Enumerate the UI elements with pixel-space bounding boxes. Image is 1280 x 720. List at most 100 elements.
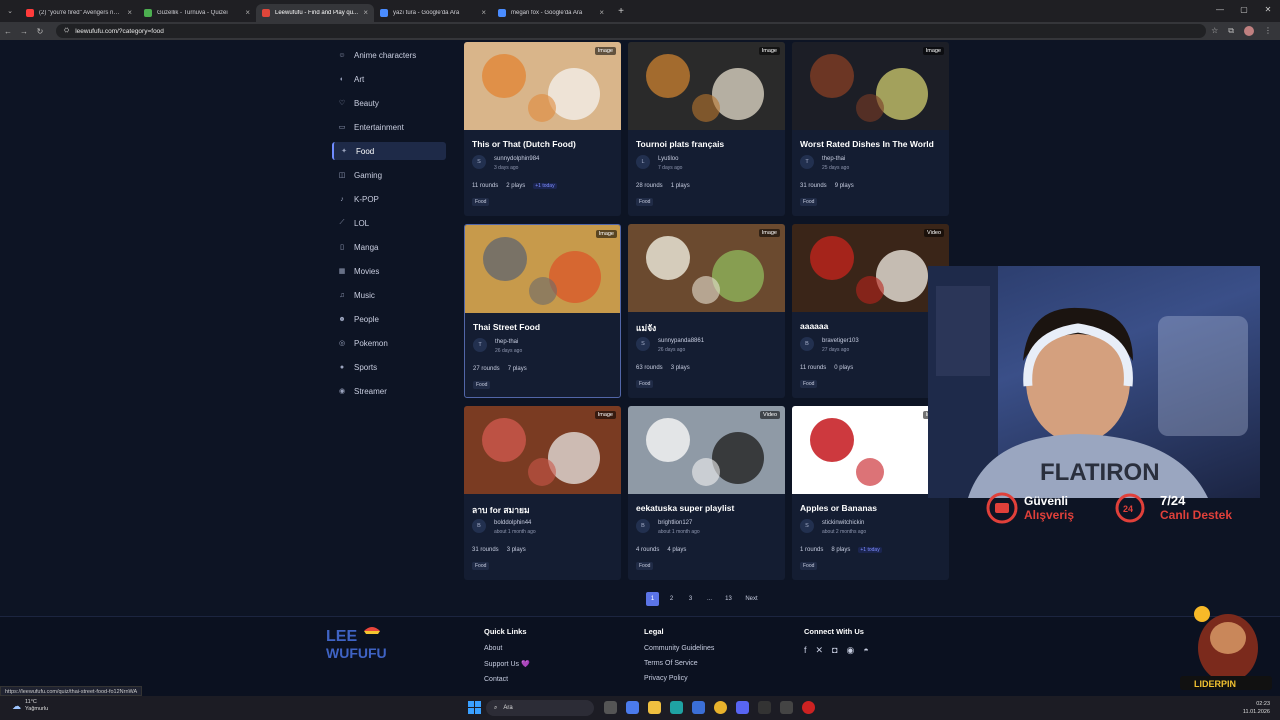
url-field[interactable]: ⛭ leewufufu.com/?category=food xyxy=(56,24,1206,38)
category-tag[interactable]: Food xyxy=(800,198,818,206)
site-logo[interactable]: LEE WUFUFU xyxy=(324,623,388,661)
discord-icon[interactable]: ◓ xyxy=(863,645,868,656)
author-name[interactable]: sunnypanda8861 xyxy=(658,338,704,344)
page-button[interactable]: 3 xyxy=(684,592,697,606)
quiz-card[interactable]: Image Thai Street Food T thep-thai 26 da… xyxy=(464,224,621,398)
author-avatar[interactable]: S xyxy=(800,519,814,533)
tab-list-button[interactable]: ⌄ xyxy=(0,0,20,22)
profile-avatar[interactable] xyxy=(1244,26,1254,36)
sidebar-item-sports[interactable]: ● Sports xyxy=(332,358,446,376)
sidebar-item-beauty[interactable]: ♡ Beauty xyxy=(332,94,446,112)
category-tag[interactable]: Food xyxy=(800,380,818,388)
app-icon[interactable] xyxy=(758,701,771,714)
quiz-thumbnail[interactable]: Image xyxy=(628,224,785,312)
extensions-icon[interactable]: ⧉ xyxy=(1228,26,1234,36)
quiz-card[interactable]: Image Worst Rated Dishes In The World T … xyxy=(792,42,949,216)
chrome-icon[interactable] xyxy=(714,701,727,714)
back-icon[interactable]: ← xyxy=(0,27,16,36)
bookmark-star-icon[interactable]: ☆ xyxy=(1211,26,1218,36)
author-avatar[interactable]: L xyxy=(636,155,650,169)
author-name[interactable]: thep-thai xyxy=(822,156,845,162)
facebook-icon[interactable]: f xyxy=(804,645,807,656)
sidebar-item-streamer[interactable]: ◉ Streamer xyxy=(332,382,446,400)
quiz-thumbnail[interactable]: Video xyxy=(792,224,949,312)
sidebar-item-entertainment[interactable]: ▭ Entertainment xyxy=(332,118,446,136)
footer-link-about[interactable]: About xyxy=(484,645,530,652)
tab-close-icon[interactable]: × xyxy=(127,8,132,17)
quiz-card[interactable]: Image แม่จัง S sunnypanda8861 26 days ag… xyxy=(628,224,785,398)
quiz-card[interactable]: Image ลาบ for สมายม B bolddolphin44 abou… xyxy=(464,406,621,580)
footer-link-terms[interactable]: Terms Of Service xyxy=(644,660,714,667)
author-avatar[interactable]: B xyxy=(636,519,650,533)
tab-close-icon[interactable]: × xyxy=(363,8,368,17)
sidebar-item-pokemon[interactable]: ◎ Pokemon xyxy=(332,334,446,352)
start-button[interactable] xyxy=(468,701,481,714)
quiz-thumbnail[interactable]: Image xyxy=(465,225,620,313)
discord-app-icon[interactable] xyxy=(736,701,749,714)
author-name[interactable]: Lyutiloo xyxy=(658,156,678,162)
quiz-card[interactable]: Image Tournoi plats français L Lyutiloo … xyxy=(628,42,785,216)
author-avatar[interactable]: T xyxy=(473,338,487,352)
author-name[interactable]: thep-thai xyxy=(495,339,518,345)
quiz-title[interactable]: Worst Rated Dishes In The World xyxy=(800,139,934,149)
author-avatar[interactable]: S xyxy=(636,337,650,351)
footer-link-privacy[interactable]: Privacy Policy xyxy=(644,675,714,682)
tab-close-icon[interactable]: × xyxy=(245,8,250,17)
x-icon[interactable]: ✕ xyxy=(816,645,824,656)
browser-tab[interactable]: (2) "you're fired" Avengers nat... × xyxy=(20,4,138,22)
footer-link-guidelines[interactable]: Community Guidelines xyxy=(644,645,714,652)
quiz-title[interactable]: แม่จัง xyxy=(636,321,656,335)
category-tag[interactable]: Food xyxy=(636,562,654,570)
category-tag[interactable]: Food xyxy=(636,198,654,206)
taskbar-search[interactable]: ⌕ Ara xyxy=(486,700,594,716)
browser-tab[interactable]: Leewufufu - Find and Play qu... × xyxy=(256,3,374,22)
quiz-title[interactable]: Apples or Bananas xyxy=(800,503,877,513)
footer-link-support[interactable]: Support Us 💜 xyxy=(484,660,530,668)
author-name[interactable]: stickinwitchickin xyxy=(822,520,864,526)
tab-close-icon[interactable]: × xyxy=(481,8,486,17)
author-name[interactable]: bravetiger103 xyxy=(822,338,859,344)
sidebar-item-food[interactable]: ✦ Food xyxy=(332,142,446,160)
reddit-icon[interactable]: ◉ xyxy=(847,645,855,656)
browser-tab[interactable]: Güzellik - Turnuva - Quizei × xyxy=(138,4,256,22)
site-info-icon[interactable]: ⛭ xyxy=(64,27,69,35)
quiz-thumbnail[interactable]: Video xyxy=(628,406,785,494)
author-avatar[interactable]: S xyxy=(472,155,486,169)
author-name[interactable]: sunnydolphin984 xyxy=(494,156,539,162)
sidebar-item-gaming[interactable]: ◫ Gaming xyxy=(332,166,446,184)
forward-icon[interactable]: → xyxy=(16,27,32,36)
category-tag[interactable]: Food xyxy=(472,562,490,570)
author-avatar[interactable]: B xyxy=(800,337,814,351)
maximize-button[interactable]: ▢ xyxy=(1232,0,1256,22)
sidebar-item-art[interactable]: ◐ Art xyxy=(332,70,446,88)
system-clock[interactable]: 02:23 11.01.2026 xyxy=(1243,700,1270,716)
tab-close-icon[interactable]: × xyxy=(599,8,604,17)
quiz-thumbnail[interactable]: Image xyxy=(792,406,949,494)
close-window-button[interactable]: ✕ xyxy=(1256,0,1280,22)
category-tag[interactable]: Food xyxy=(800,562,818,570)
browser-tab[interactable]: yazı tura - Google'da Ara × xyxy=(374,4,492,22)
next-page-button[interactable]: Next xyxy=(745,592,758,606)
sidebar-item-people[interactable]: ☻ People xyxy=(332,310,446,328)
new-tab-button[interactable]: + xyxy=(612,6,630,17)
quiz-title[interactable]: ลาบ for สมายม xyxy=(472,503,530,517)
page-button[interactable]: 13 xyxy=(722,592,735,606)
quiz-card[interactable]: Video eekatuska super playlist B brightl… xyxy=(628,406,785,580)
quiz-card[interactable]: Video aaaaaa B bravetiger103 27 days ago… xyxy=(792,224,949,398)
reload-icon[interactable]: ↻ xyxy=(32,27,48,36)
quiz-title[interactable]: This or That (Dutch Food) xyxy=(472,139,576,149)
weather-widget[interactable]: ☁ 11°C Yağmurlu xyxy=(12,699,48,713)
sidebar-item-movies[interactable]: ▦ Movies xyxy=(332,262,446,280)
quiz-thumbnail[interactable]: Image xyxy=(464,42,621,130)
sidebar-item-music[interactable]: ♫ Music xyxy=(332,286,446,304)
category-tag[interactable]: Food xyxy=(636,380,654,388)
browser-tab[interactable]: megan fox - Google'da Ara × xyxy=(492,4,610,22)
author-name[interactable]: bolddolphin44 xyxy=(494,520,531,526)
quiz-card[interactable]: Image This or That (Dutch Food) S sunnyd… xyxy=(464,42,621,216)
quiz-title[interactable]: aaaaaa xyxy=(800,321,828,331)
author-name[interactable]: brightlion127 xyxy=(658,520,692,526)
store-icon[interactable] xyxy=(692,701,705,714)
author-avatar[interactable]: B xyxy=(472,519,486,533)
page-button[interactable]: 2 xyxy=(665,592,678,606)
quiz-title[interactable]: Tournoi plats français xyxy=(636,139,724,149)
